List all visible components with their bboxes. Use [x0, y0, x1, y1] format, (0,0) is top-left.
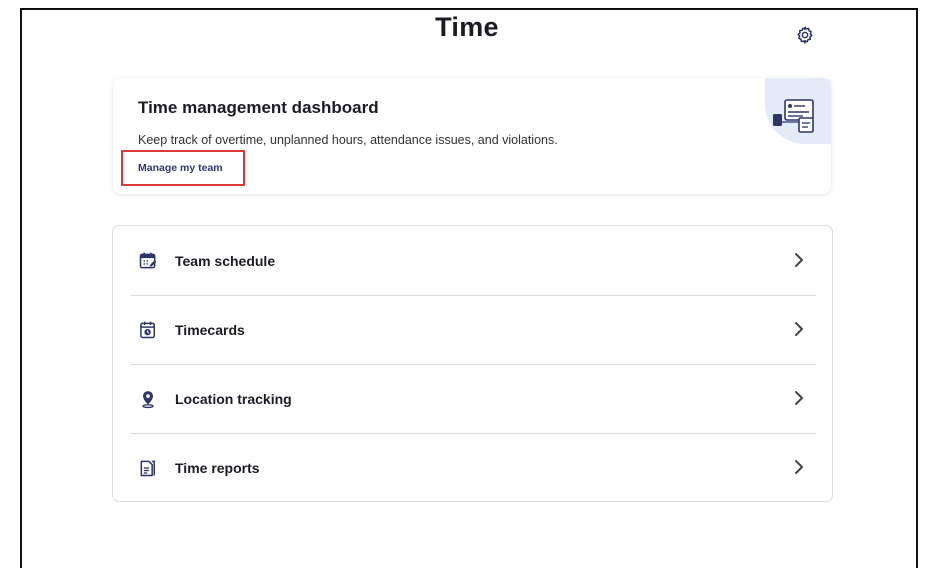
menu-item-location-tracking[interactable]: Location tracking [131, 364, 816, 434]
dashboard-card-description: Keep track of overtime, unplanned hours,… [138, 133, 558, 147]
menu-item-time-reports[interactable]: Time reports [131, 433, 816, 502]
time-menu-list: Team schedule Timecards Location trackin… [112, 225, 833, 502]
menu-item-label: Location tracking [175, 390, 292, 407]
chevron-right-icon [795, 253, 803, 267]
gear-icon [797, 26, 813, 44]
menu-item-label: Time reports [175, 459, 260, 476]
chevron-right-icon [795, 391, 803, 405]
time-management-dashboard-card: Time management dashboard Keep track of … [113, 78, 831, 194]
menu-item-label: Timecards [175, 321, 245, 338]
calendar-edit-icon [137, 250, 159, 272]
menu-item-timecards[interactable]: Timecards [131, 295, 816, 365]
dashboard-illustration [765, 78, 831, 144]
dashboard-illustration-icon [773, 99, 814, 133]
chevron-right-icon [795, 460, 803, 474]
location-pin-icon [137, 388, 159, 410]
manage-my-team-link[interactable]: Manage my team [121, 150, 245, 186]
menu-item-team-schedule[interactable]: Team schedule [131, 226, 816, 296]
report-document-icon [137, 457, 159, 479]
chevron-right-icon [795, 322, 803, 336]
settings-button[interactable] [794, 24, 816, 46]
dashboard-card-title: Time management dashboard [138, 98, 379, 117]
menu-item-label: Team schedule [175, 252, 276, 269]
timecard-clock-icon [137, 319, 159, 341]
